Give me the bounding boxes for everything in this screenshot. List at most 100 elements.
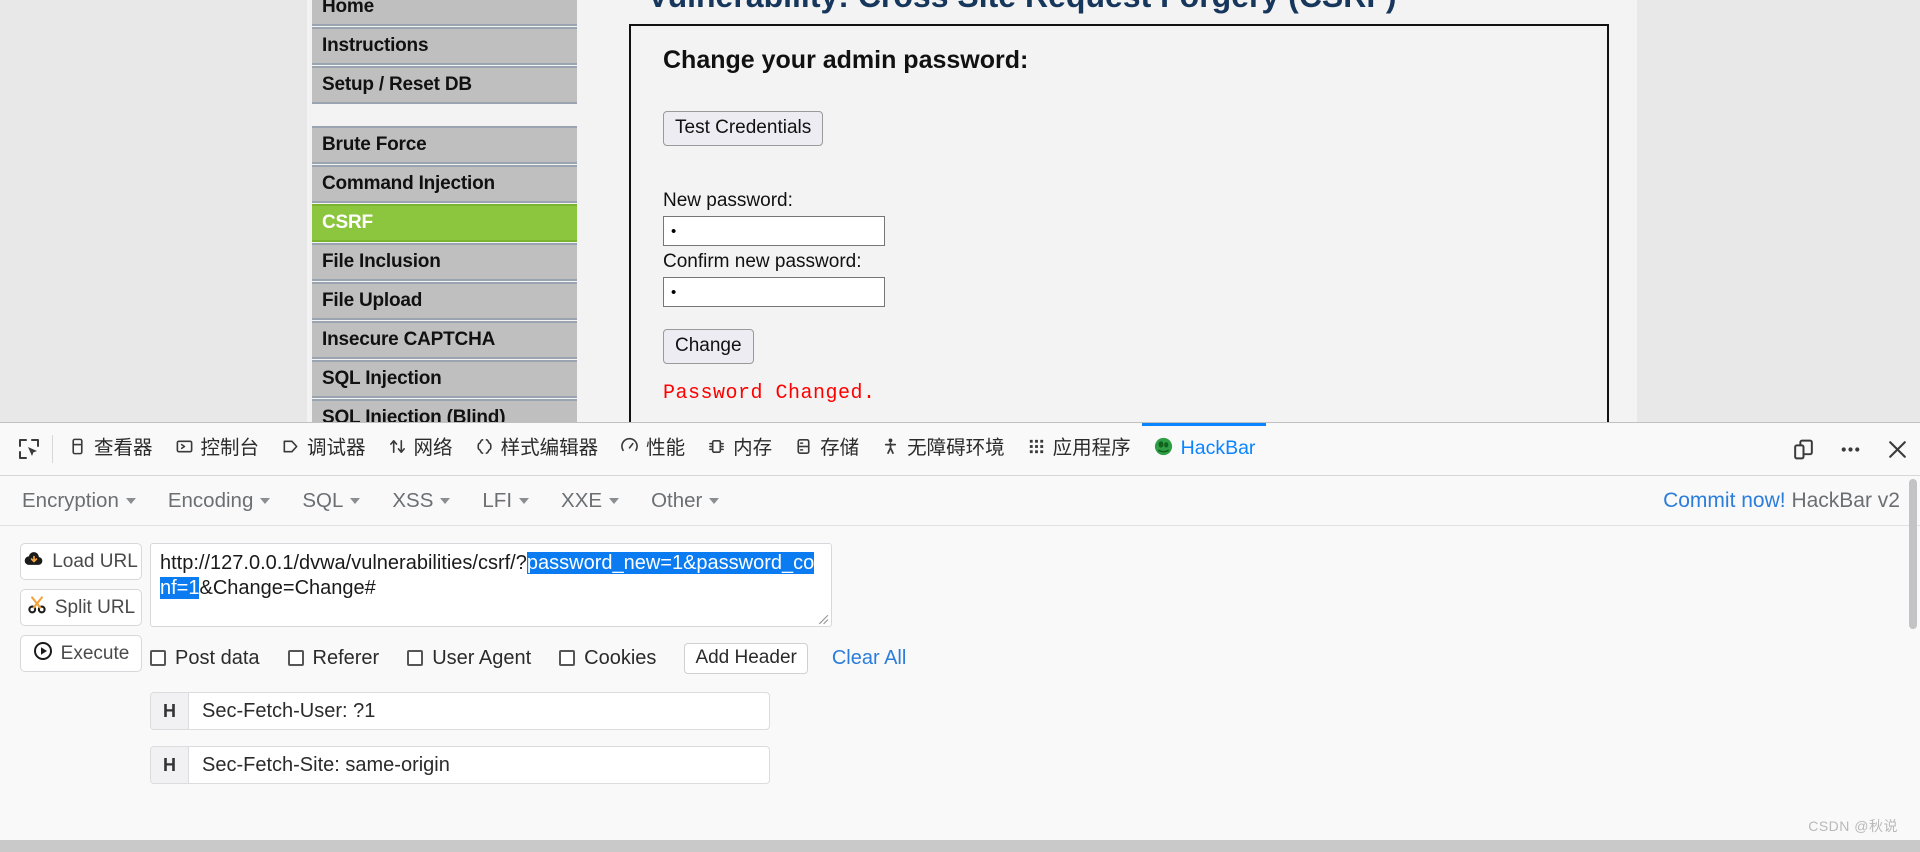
checkbox-box	[559, 650, 576, 666]
watermark: CSDN @秋说	[1808, 818, 1898, 834]
menu-label: XSS	[392, 488, 434, 512]
devtools-panel: 查看器 控制台 调试器 网络 样式编辑器 性能 内存 存储 无障碍环境 应用程序…	[0, 422, 1920, 852]
toolbar-divider	[52, 435, 53, 463]
textarea-resize-grip[interactable]	[816, 612, 829, 625]
checkbox-cookies[interactable]: Cookies	[559, 647, 656, 670]
tab-memory[interactable]: 内存	[696, 423, 783, 476]
sidebar-item-instructions[interactable]: Instructions	[312, 27, 577, 65]
chevron-down-icon	[709, 497, 720, 504]
sidebar-item-label: SQL Injection (Blind)	[322, 407, 506, 422]
checkbox-user-agent[interactable]: User Agent	[407, 647, 531, 670]
sidebar-item-label: Setup / Reset DB	[322, 74, 472, 95]
sidebar-item-brute-force[interactable]: Brute Force	[312, 126, 577, 164]
hackbar-action-buttons: Load URL Split URL Execute	[20, 543, 142, 672]
clear-all-link[interactable]: Clear All	[832, 647, 906, 670]
menu-encoding[interactable]: Encoding	[167, 488, 271, 513]
sidebar-item-label: File Inclusion	[322, 251, 441, 272]
load-url-button[interactable]: Load URL	[20, 543, 142, 580]
header-type-badge: H	[151, 747, 189, 783]
menu-encryption[interactable]: Encryption	[22, 489, 136, 513]
tab-inspector[interactable]: 查看器	[57, 423, 164, 476]
meatball-menu-icon[interactable]	[1838, 437, 1863, 462]
tab-hackbar[interactable]: HackBar	[1141, 422, 1267, 476]
chevron-down-icon	[440, 497, 451, 504]
confirm-password-label: Confirm new password:	[663, 251, 862, 272]
sidebar-item-file-inclusion[interactable]: File Inclusion	[312, 243, 577, 281]
sidebar-item-sql-injection-blind[interactable]: SQL Injection (Blind)	[312, 399, 577, 422]
sidebar-item-setup-reset-db[interactable]: Setup / Reset DB	[312, 66, 577, 104]
scrollbar-thumb[interactable]	[1909, 479, 1917, 629]
tab-label: HackBar	[1180, 437, 1256, 460]
url-textarea[interactable]: http://127.0.0.1/dvwa/vulnerabilities/cs…	[150, 543, 832, 627]
devtools-toolbar-right	[1791, 423, 1910, 476]
sidebar-item-label: File Upload	[322, 290, 423, 311]
menu-other[interactable]: Other	[651, 489, 720, 513]
sidebar-item-file-upload[interactable]: File Upload	[312, 282, 577, 320]
header-row[interactable]: H Sec-Fetch-Site: same-origin	[150, 746, 770, 784]
header-type-badge: H	[151, 693, 189, 729]
tab-label: 内存	[733, 437, 773, 460]
menu-xxe[interactable]: XXE	[561, 489, 620, 513]
header-row[interactable]: H Sec-Fetch-User: ?1	[150, 692, 770, 730]
tab-debugger[interactable]: 调试器	[270, 423, 377, 476]
application-icon	[1027, 437, 1046, 462]
status-message: Password Changed.	[663, 382, 876, 405]
execute-button[interactable]: Execute	[20, 635, 142, 672]
tab-label: 应用程序	[1052, 437, 1131, 460]
tab-application[interactable]: 应用程序	[1016, 423, 1142, 476]
split-url-button[interactable]: Split URL	[20, 589, 142, 626]
tab-network[interactable]: 网络	[377, 423, 464, 476]
close-icon[interactable]	[1885, 437, 1910, 462]
test-credentials-button[interactable]: Test Credentials	[663, 111, 824, 146]
change-button[interactable]: Change	[663, 329, 754, 364]
tab-performance[interactable]: 性能	[609, 423, 696, 476]
tab-storage[interactable]: 存储	[783, 423, 870, 476]
sidebar-item-insecure-captcha[interactable]: Insecure CAPTCHA	[312, 321, 577, 359]
header-value-input[interactable]: Sec-Fetch-Site: same-origin	[189, 747, 769, 783]
browser-page-viewport: Vulnerability: Cross Site Request Forger…	[0, 0, 1920, 422]
sidebar-item-label: CSRF	[322, 212, 373, 233]
chevron-down-icon	[125, 497, 136, 504]
console-icon	[175, 437, 194, 462]
checkbox-post-data[interactable]: Post data	[150, 647, 260, 670]
tab-label: 性能	[646, 437, 686, 460]
header-value-input[interactable]: Sec-Fetch-User: ?1	[189, 693, 769, 729]
commit-now-link[interactable]: Commit now! HackBar v2	[1663, 489, 1900, 513]
button-label: Load URL	[52, 550, 138, 572]
tab-accessibility[interactable]: 无障碍环境	[870, 423, 1016, 476]
tab-label: 网络	[413, 437, 453, 460]
tab-label: 查看器	[94, 437, 153, 460]
checkbox-referer[interactable]: Referer	[287, 646, 380, 670]
sidebar-item-home[interactable]: Home	[312, 0, 577, 26]
sidebar-item-command-injection[interactable]: Command Injection	[312, 165, 577, 203]
element-picker-icon[interactable]	[6, 423, 52, 476]
add-header-button[interactable]: Add Header	[684, 642, 808, 674]
devtools-scrollbar[interactable]	[1906, 477, 1920, 852]
sidebar-item-label: Command Injection	[322, 173, 495, 194]
menu-lfi[interactable]: LFI	[482, 489, 530, 513]
menu-sql[interactable]: SQL	[302, 488, 361, 513]
tab-style-editor[interactable]: 样式编辑器	[464, 423, 610, 476]
sidebar-item-csrf[interactable]: CSRF	[312, 204, 577, 242]
dock-layout-icon[interactable]	[1791, 437, 1816, 462]
hackbar-body: Load URL Split URL Execute http://127.0.…	[0, 526, 1920, 784]
new-password-label: New password:	[663, 190, 793, 211]
hackbar-options-row: Post data Referer User Agent Cookies Add…	[150, 642, 906, 674]
sidebar-item-sql-injection[interactable]: SQL Injection	[312, 360, 577, 398]
confirm-password-input[interactable]: •	[663, 277, 885, 307]
menu-label: Encoding	[167, 488, 254, 512]
page-left-margin	[0, 0, 307, 422]
performance-icon	[620, 437, 639, 462]
new-password-input[interactable]: •	[663, 216, 885, 246]
sidebar-item-label: Brute Force	[322, 134, 427, 155]
checkbox-box	[150, 650, 166, 666]
memory-icon	[707, 437, 726, 462]
debugger-icon	[281, 437, 300, 462]
tab-console[interactable]: 控制台	[164, 423, 271, 476]
menu-label: SQL	[302, 488, 344, 512]
menu-xss[interactable]: XSS	[392, 488, 451, 513]
accessibility-icon	[881, 437, 900, 462]
url-prefix: http://127.0.0.1/dvwa/vulnerabilities/cs…	[160, 552, 527, 574]
checkbox-label: Referer	[312, 646, 380, 669]
page-title: Vulnerability: Cross Site Request Forger…	[612, 0, 1432, 15]
